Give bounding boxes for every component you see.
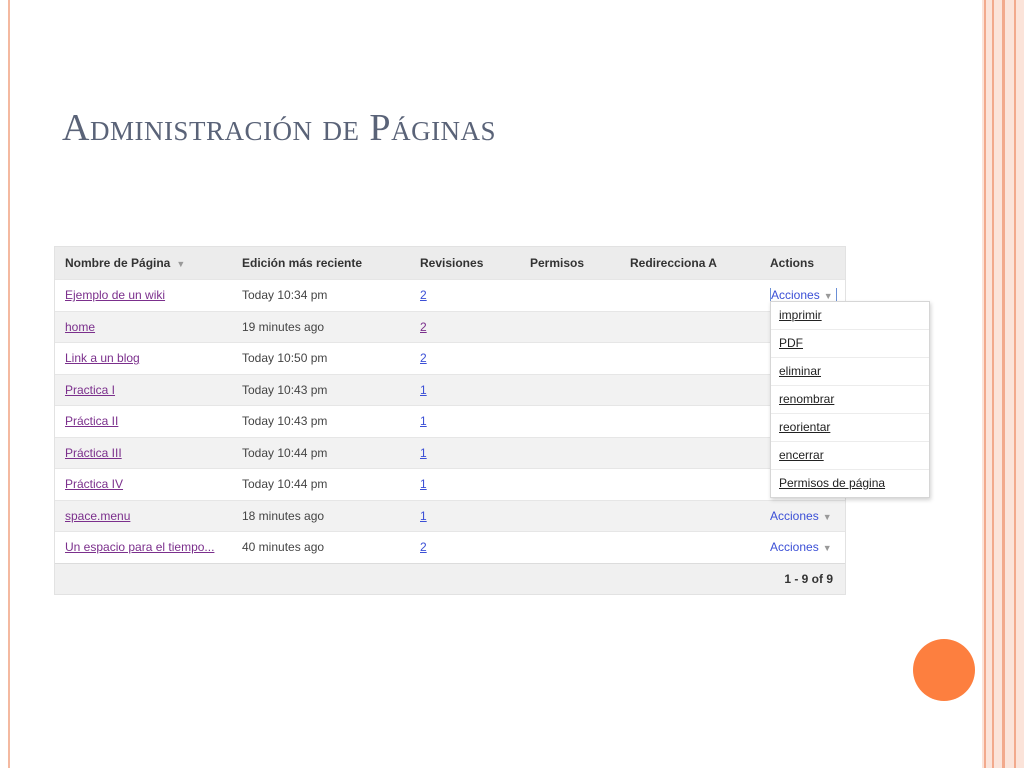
recent-edit: 19 minutes ago [242, 319, 325, 334]
actions-dropdown-button[interactable]: Acciones ▼ [770, 509, 832, 523]
revisions-link[interactable]: 1 [420, 383, 427, 397]
slide-title: Administración de Páginas [62, 107, 497, 149]
page-name-link[interactable]: Practica I [65, 383, 115, 397]
recent-edit: Today 10:43 pm [242, 382, 328, 397]
decorative-orange-circle [913, 639, 975, 701]
pagination-summary: 1 - 9 of 9 [784, 571, 833, 586]
table-header-row: Nombre de Página ▼ Edición más reciente R… [55, 247, 845, 279]
table-row: Práctica IV Today 10:44 pm 1 [55, 468, 845, 500]
header-name[interactable]: Nombre de Página ▼ [55, 256, 232, 270]
recent-edit: Today 10:34 pm [242, 288, 328, 303]
page-name-link[interactable]: Práctica III [65, 446, 122, 460]
page-name-link[interactable]: Un espacio para el tiempo... [65, 540, 214, 554]
header-name-label: Nombre de Página [65, 256, 171, 270]
sort-down-icon[interactable]: ▼ [176, 259, 185, 269]
revisions-link[interactable]: 2 [420, 320, 427, 334]
page-name-link[interactable]: space.menu [65, 509, 130, 523]
header-recent[interactable]: Edición más reciente [232, 256, 410, 270]
right-decorative-stripes [982, 0, 1024, 768]
recent-edit: 40 minutes ago [242, 540, 325, 555]
menu-item-page-permissions[interactable]: Permisos de página [771, 469, 929, 497]
page-name-link[interactable]: Link a un blog [65, 351, 140, 365]
stripe [1002, 0, 1005, 768]
revisions-link[interactable]: 1 [420, 414, 427, 428]
page-name-link[interactable]: Ejemplo de un wiki [65, 288, 165, 302]
header-permissions[interactable]: Permisos [520, 256, 620, 270]
table-footer: 1 - 9 of 9 [55, 562, 845, 594]
header-revisions[interactable]: Revisiones [410, 256, 520, 270]
menu-item-delete[interactable]: eliminar [771, 357, 929, 385]
table-row: home 19 minutes ago 2 [55, 310, 845, 342]
table-row: Práctica III Today 10:44 pm 1 [55, 436, 845, 468]
chevron-down-icon: ▼ [822, 543, 832, 554]
actions-dropdown-menu: imprimir PDF eliminar renombrar reorient… [770, 301, 930, 498]
revisions-link[interactable]: 2 [420, 288, 427, 302]
page-name-link[interactable]: Práctica IV [65, 477, 123, 491]
header-redirect[interactable]: Redirecciona A [620, 256, 760, 270]
menu-item-pdf[interactable]: PDF [771, 329, 929, 357]
revisions-link[interactable]: 1 [420, 446, 427, 460]
menu-item-redirect[interactable]: reorientar [771, 413, 929, 441]
table-row: Practica I Today 10:43 pm 1 [55, 373, 845, 405]
revisions-link[interactable]: 1 [420, 477, 427, 491]
menu-item-lock[interactable]: encerrar [771, 441, 929, 469]
page-name-link[interactable]: Práctica II [65, 414, 118, 428]
actions-label: Acciones [770, 540, 819, 555]
recent-edit: Today 10:43 pm [242, 414, 328, 429]
chevron-down-icon: ▼ [822, 511, 832, 522]
menu-item-print[interactable]: imprimir [771, 302, 929, 329]
menu-item-rename[interactable]: renombrar [771, 385, 929, 413]
recent-edit: 18 minutes ago [242, 508, 325, 523]
table-row: Ejemplo de un wiki Today 10:34 pm 2 Acci… [55, 279, 845, 311]
page-name-link[interactable]: home [65, 320, 95, 334]
revisions-link[interactable]: 2 [420, 540, 427, 554]
actions-label: Acciones [770, 508, 819, 523]
recent-edit: Today 10:44 pm [242, 445, 328, 460]
table-row: Práctica II Today 10:43 pm 1 [55, 405, 845, 437]
actions-dropdown-button[interactable]: Acciones ▼ [770, 540, 832, 554]
revisions-link[interactable]: 1 [420, 509, 427, 523]
table-row: Link a un blog Today 10:50 pm 2 [55, 342, 845, 374]
recent-edit: Today 10:50 pm [242, 351, 328, 366]
table-row: Un espacio para el tiempo... 40 minutes … [55, 531, 845, 563]
stripe [984, 0, 986, 768]
table-row: space.menu 18 minutes ago 1 Acciones ▼ [55, 499, 845, 531]
header-actions: Actions [770, 256, 815, 270]
recent-edit: Today 10:44 pm [242, 477, 328, 492]
stripe [1014, 0, 1016, 768]
stripe [992, 0, 994, 768]
revisions-link[interactable]: 2 [420, 351, 427, 365]
left-border-line [8, 0, 10, 768]
chevron-down-icon: ▼ [823, 291, 833, 302]
pages-table: Nombre de Página ▼ Edición más reciente R… [54, 246, 846, 595]
